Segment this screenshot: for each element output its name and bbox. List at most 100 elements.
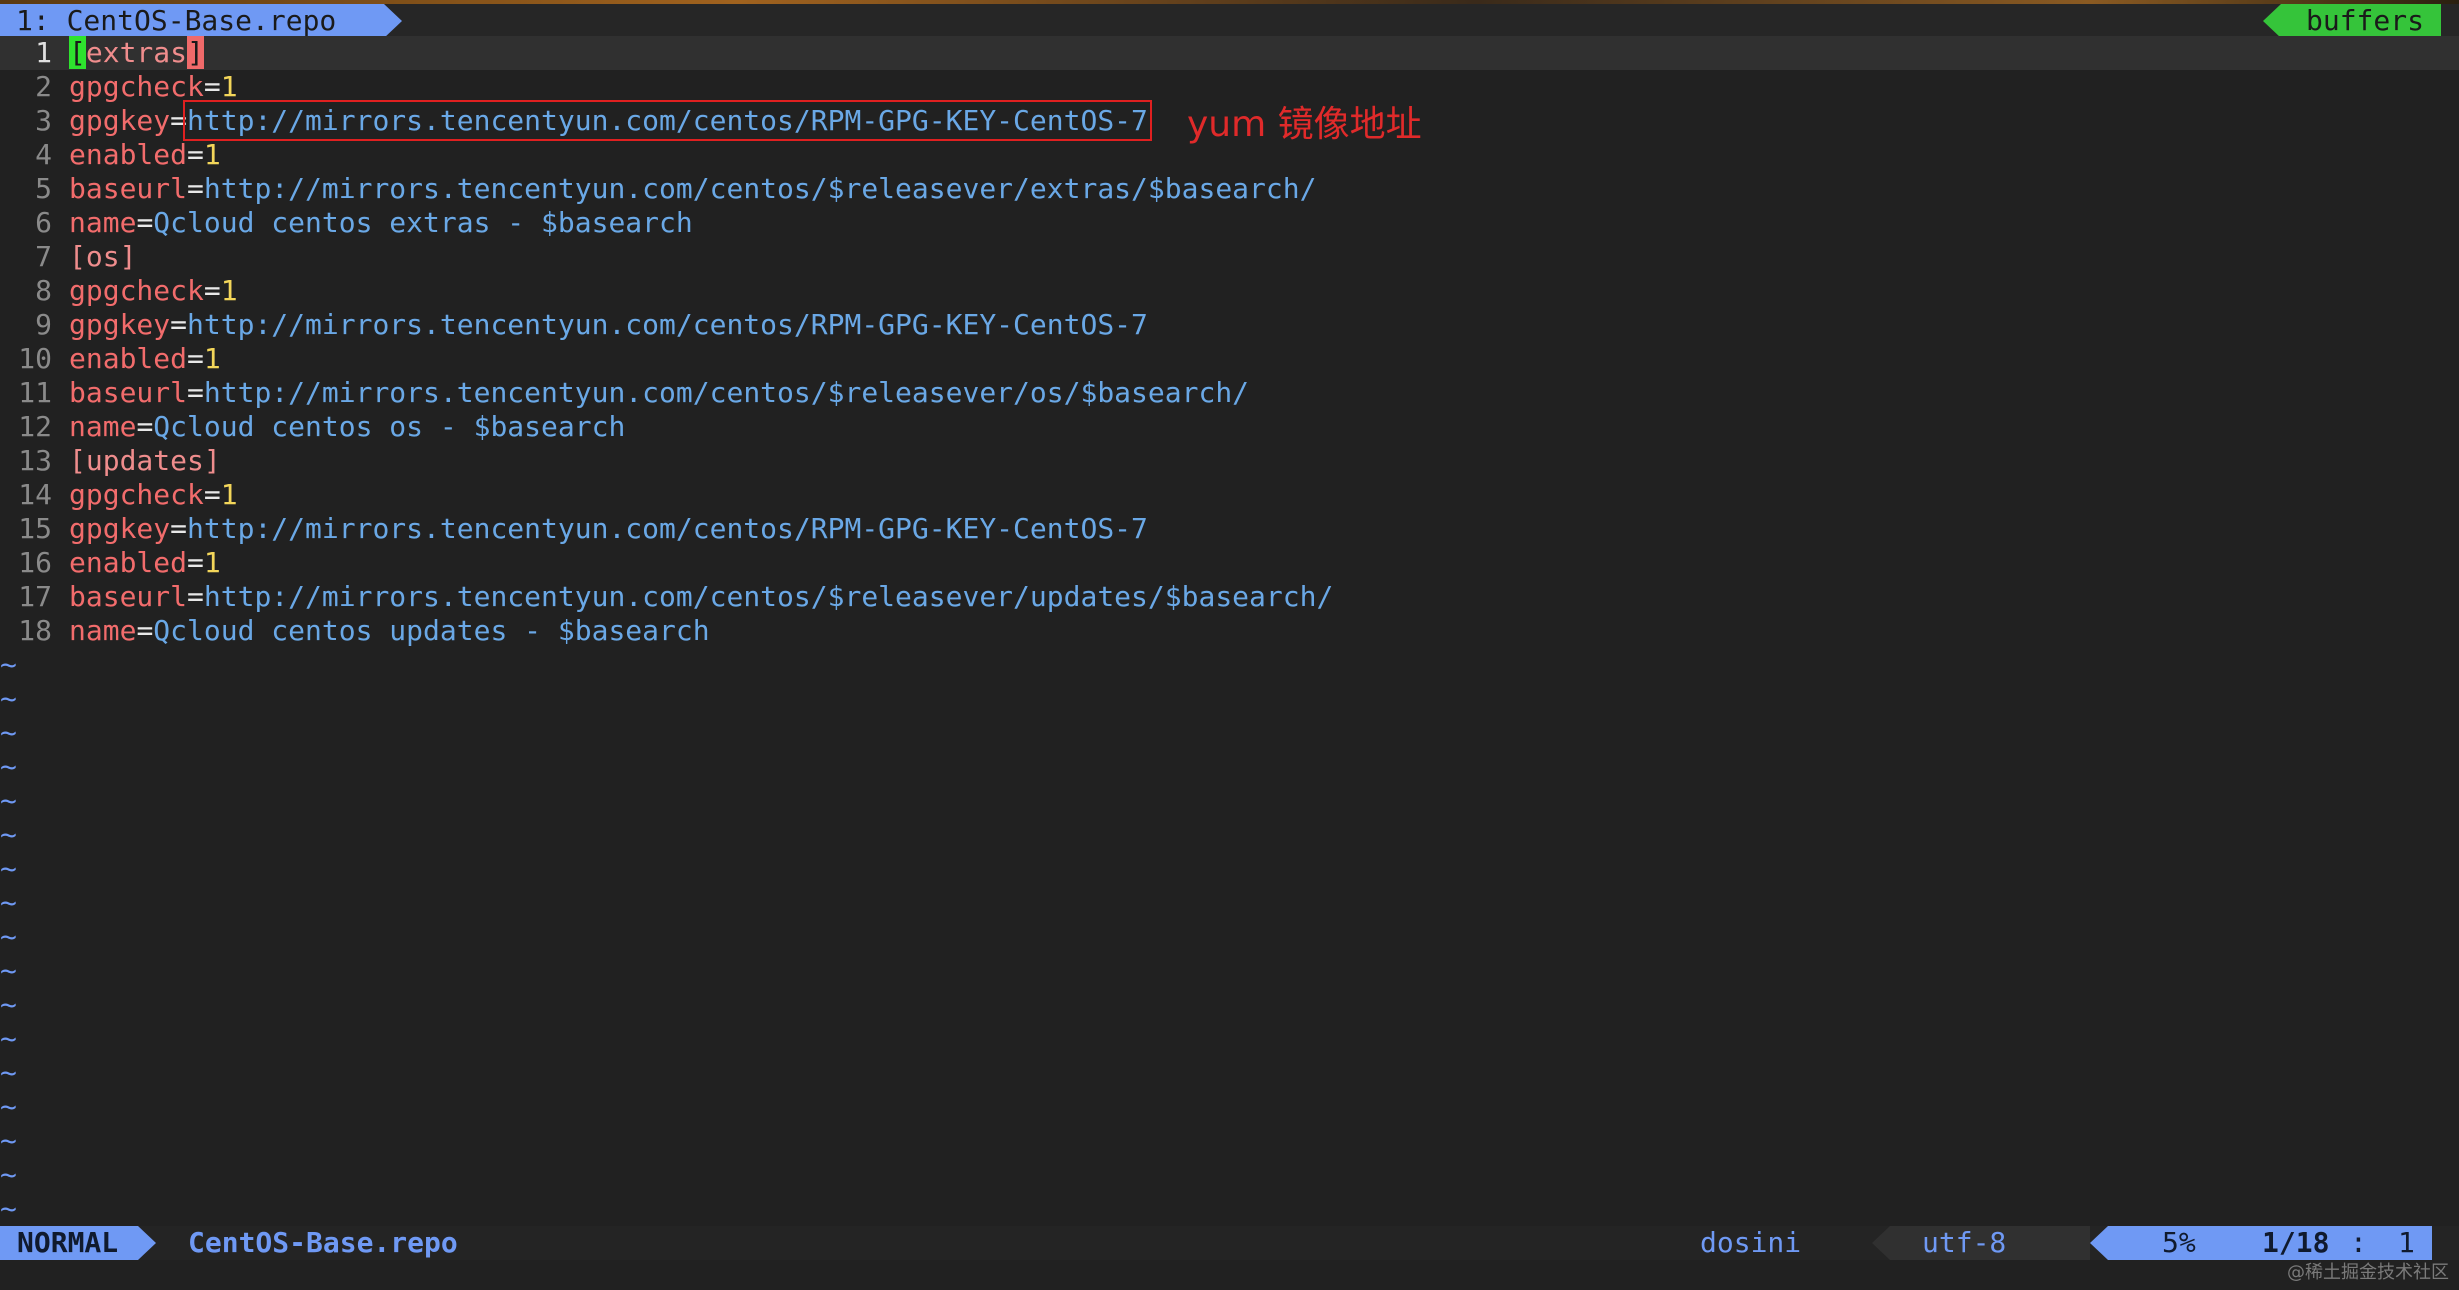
config-value: http://mirrors.tencentyun.com/centos/$re…	[203, 376, 1250, 409]
empty-line-marker: ~	[0, 886, 17, 919]
empty-line-marker: ~	[0, 750, 17, 783]
line-number: 13	[18, 444, 52, 477]
code-line: 12 name=Qcloud centos os - $basearch	[0, 410, 2459, 444]
tab-centos-base-repo[interactable]: 1: CentOS-Base.repo	[0, 4, 402, 38]
line-number: 1	[35, 36, 52, 69]
code-line: 15 gpgkey=http://mirrors.tencentyun.com/c…	[0, 512, 2459, 546]
equals-sign: =	[170, 308, 188, 341]
status-filename: CentOS-Base.repo	[188, 1226, 458, 1259]
code-line: 7 [os]	[0, 240, 2459, 274]
config-key: name	[69, 410, 137, 443]
line-number: 5	[35, 172, 52, 205]
line-number: 12	[18, 410, 52, 443]
code-line: 17 baseurl=http://mirrors.tencentyun.com/…	[0, 580, 2459, 614]
empty-line-marker: ~	[0, 648, 17, 681]
code-line: 18 name=Qcloud centos updates - $basearch	[0, 614, 2459, 648]
code-line: 8 gpgcheck=1	[0, 274, 2459, 308]
watermark: @稀土掘金技术社区	[2287, 1262, 2449, 1283]
code-line: 13 [updates]	[0, 444, 2459, 478]
config-key: gpgcheck	[69, 70, 204, 103]
config-key: enabled	[69, 138, 188, 171]
empty-line-marker: ~	[0, 682, 17, 715]
code-line: 1 [extras]	[0, 36, 2459, 70]
empty-line-marker: ~	[0, 818, 17, 851]
equals-sign: =	[187, 580, 204, 613]
status-filetype: dosini	[1700, 1226, 1802, 1259]
status-percent: 5%	[2162, 1226, 2196, 1259]
line-number: 8	[35, 274, 52, 307]
config-value: Qcloud centos os - $basearch	[153, 410, 626, 443]
equals-sign: =	[187, 172, 204, 205]
config-value: 1	[220, 70, 238, 103]
config-key: enabled	[69, 342, 188, 375]
code-line: 9 gpgkey=http://mirrors.tencentyun.com/ce…	[0, 308, 2459, 342]
config-key: baseurl	[69, 580, 188, 613]
empty-line-marker: ~	[0, 852, 17, 885]
equals-sign: =	[203, 274, 221, 307]
status-encoding: utf-8	[1922, 1226, 2007, 1259]
config-value: Qcloud centos updates - $basearch	[153, 614, 710, 647]
code-line: 6 name=Qcloud centos extras - $basearch	[0, 206, 2459, 240]
empty-line-marker: ~	[0, 1158, 17, 1191]
line-number: 18	[18, 614, 52, 647]
config-value: 1	[220, 274, 238, 307]
code-line: 10 enabled=1	[0, 342, 2459, 376]
empty-line-marker: ~	[0, 716, 17, 749]
config-value: http://mirrors.tencentyun.com/centos/RPM…	[187, 512, 1148, 545]
empty-line-marker: ~	[0, 920, 17, 953]
code-line: 14 gpgcheck=1	[0, 478, 2459, 512]
line-number: 7	[35, 240, 52, 273]
config-value: http://mirrors.tencentyun.com/centos/$re…	[203, 172, 1317, 205]
config-key: gpgcheck	[69, 274, 204, 307]
config-key: gpgkey	[69, 308, 171, 341]
line-number: 2	[35, 70, 52, 103]
code-line: 2 gpgcheck=1	[0, 70, 2459, 104]
empty-line-marker: ~	[0, 1056, 17, 1089]
line-number: 9	[35, 308, 52, 341]
vim-window: 1: CentOS-Base.repo buffers 1 [extras] 2g…	[0, 0, 2459, 1290]
config-key: gpgcheck	[69, 478, 204, 511]
config-key: baseurl	[69, 172, 188, 205]
editor-buffer[interactable]: 1 [extras] 2 gpgcheck=1 3 gpgkey=http://mir…	[0, 36, 2459, 1225]
empty-line-marker: ~	[0, 1124, 17, 1157]
config-value: Qcloud centos extras - $basearch	[153, 206, 693, 239]
line-number: 11	[18, 376, 52, 409]
equals-sign: =	[187, 376, 204, 409]
code-line: 5 baseurl=http://mirrors.tencentyun.com/c…	[0, 172, 2459, 206]
cursor-highlight: [	[69, 36, 86, 69]
status-line-position: 1/18	[2262, 1226, 2330, 1259]
equals-sign: =	[187, 342, 204, 375]
tabline: 1: CentOS-Base.repo buffers	[0, 4, 2459, 38]
config-value: 1	[203, 342, 221, 375]
config-value: 1	[220, 478, 238, 511]
section-header: extras	[85, 36, 188, 69]
equals-sign: =	[203, 70, 221, 103]
config-value: 1	[203, 546, 221, 579]
equals-sign: =	[170, 104, 188, 137]
line-number: 17	[18, 580, 52, 613]
equals-sign: =	[187, 138, 204, 171]
equals-sign: =	[170, 512, 188, 545]
config-key: enabled	[69, 546, 188, 579]
mode-indicator: NORMAL	[0, 1226, 156, 1260]
code-line: 16 enabled=1	[0, 546, 2459, 580]
equals-sign: =	[187, 546, 204, 579]
config-key: gpgkey	[69, 104, 171, 137]
config-key: name	[69, 614, 137, 647]
line-number: 3	[35, 104, 52, 137]
buffers-indicator[interactable]: buffers	[2263, 4, 2441, 38]
line-number: 4	[35, 138, 52, 171]
equals-sign: =	[136, 410, 154, 443]
empty-line-marker: ~	[0, 784, 17, 817]
section-header: [os]	[69, 240, 137, 273]
equals-sign: =	[136, 206, 154, 239]
config-value: http://mirrors.tencentyun.com/centos/$re…	[203, 580, 1334, 613]
line-number: 10	[18, 342, 52, 375]
line-number: 16	[18, 546, 52, 579]
line-number: 15	[18, 512, 52, 545]
line-number: 14	[18, 478, 52, 511]
section-header: [updates]	[69, 444, 221, 477]
empty-line-marker: ~	[0, 1090, 17, 1123]
line-number: 6	[35, 206, 52, 239]
equals-sign: =	[203, 478, 221, 511]
